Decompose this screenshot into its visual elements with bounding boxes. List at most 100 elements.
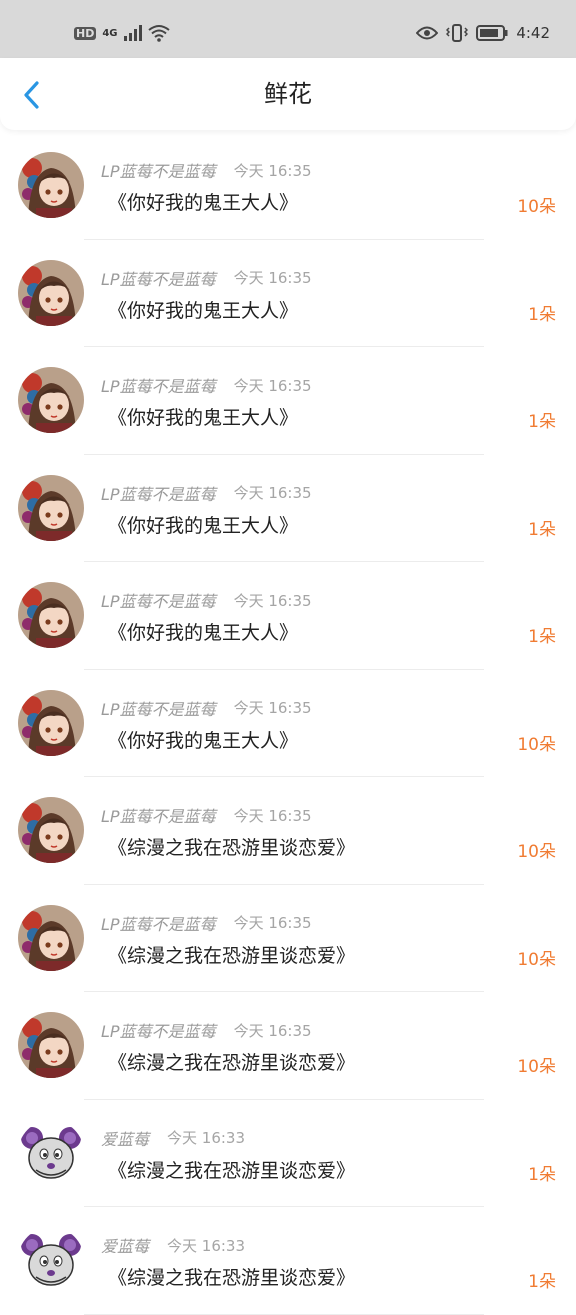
anime-girl-avatar-icon [18,689,84,756]
list-item[interactable]: 爱蓝莓 今天 16:33 《综漫之我在恐游里谈恋爱》 1朵 [0,1100,576,1207]
user-name[interactable]: LP蓝莓不是蓝莓 [101,266,216,290]
user-name[interactable]: 爱蓝莓 [101,1233,149,1257]
avatar[interactable] [18,152,84,218]
flower-count: 1朵 [528,1164,556,1185]
avatar[interactable] [18,259,84,326]
anime-girl-avatar-icon [18,474,84,541]
user-name[interactable]: LP蓝莓不是蓝莓 [101,696,216,720]
back-button[interactable] [16,78,46,112]
status-right-icons: 4:42 [416,24,550,42]
book-title[interactable]: 《你好我的鬼王大人》 [108,403,298,430]
book-title[interactable]: 《综漫之我在恐游里谈恋爱》 [108,941,355,968]
list-item[interactable]: LP蓝莓不是蓝莓 今天 16:35 《你好我的鬼王大人》 10朵 [0,132,576,240]
name-line: LP蓝莓不是蓝莓 今天 16:35 [101,911,312,935]
list-item[interactable]: LP蓝莓不是蓝莓 今天 16:35 《你好我的鬼王大人》 1朵 [0,562,576,670]
user-name[interactable]: LP蓝莓不是蓝莓 [101,588,216,612]
list-item[interactable]: LP蓝莓不是蓝莓 今天 16:35 《你好我的鬼王大人》 10朵 [0,670,576,777]
book-title[interactable]: 《你好我的鬼王大人》 [108,618,298,645]
timestamp: 今天 16:33 [167,1236,246,1255]
list-item[interactable]: LP蓝莓不是蓝莓 今天 16:35 《你好我的鬼王大人》 1朵 [0,240,576,347]
list-item[interactable]: LP蓝莓不是蓝莓 今天 16:35 《综漫之我在恐游里谈恋爱》 10朵 [0,885,576,992]
name-line: LP蓝莓不是蓝莓 今天 16:35 [101,266,312,290]
name-line: LP蓝莓不是蓝莓 今天 16:35 [101,373,312,397]
battery-icon [476,25,508,41]
avatar[interactable] [18,689,84,756]
avatar[interactable] [18,1227,84,1293]
timestamp: 今天 16:35 [233,161,312,180]
timestamp: 今天 16:35 [233,376,312,395]
book-title[interactable]: 《综漫之我在恐游里谈恋爱》 [108,1048,355,1075]
anime-girl-avatar-icon [18,904,84,971]
mouse-avatar-icon [18,1227,84,1293]
timestamp: 今天 16:33 [167,1129,246,1147]
avatar[interactable] [18,582,84,648]
timestamp: 今天 16:35 [233,1021,312,1040]
user-name[interactable]: LP蓝莓不是蓝莓 [101,481,216,505]
user-name[interactable]: LP蓝莓不是蓝莓 [101,1018,216,1042]
status-left-icons: HD 4G [74,24,170,42]
avatar[interactable] [18,797,84,863]
flower-count: 10朵 [517,949,556,970]
wifi-icon [147,25,170,42]
avatar[interactable] [18,904,84,971]
vibrate-icon [446,24,469,42]
mouse-avatar-icon [18,1119,84,1186]
flower-list: LP蓝莓不是蓝莓 今天 16:35 《你好我的鬼王大人》 10朵 LP蓝莓不是蓝… [0,132,576,1315]
user-name[interactable]: 爱蓝莓 [101,1126,149,1150]
name-line: LP蓝莓不是蓝莓 今天 16:35 [101,481,312,505]
book-title[interactable]: 《你好我的鬼王大人》 [108,726,298,753]
avatar[interactable] [18,1119,84,1186]
flower-count: 1朵 [528,627,556,647]
book-title[interactable]: 《综漫之我在恐游里谈恋爱》 [108,1263,355,1290]
book-title[interactable]: 《综漫之我在恐游里谈恋爱》 [108,1156,355,1183]
name-line: 爱蓝莓 今天 16:33 [101,1233,245,1257]
timestamp: 今天 16:35 [233,699,312,717]
flower-count: 10朵 [517,842,556,862]
user-name[interactable]: LP蓝莓不是蓝莓 [101,158,216,182]
list-item[interactable]: LP蓝莓不是蓝莓 今天 16:35 《综漫之我在恐游里谈恋爱》 10朵 [0,777,576,885]
book-title[interactable]: 《你好我的鬼王大人》 [108,296,298,323]
flower-count: 1朵 [528,412,556,432]
name-line: 爱蓝莓 今天 16:33 [101,1126,245,1150]
divider [84,1313,484,1315]
header-bar: 鲜花 [0,58,576,130]
eye-icon [416,26,439,40]
name-line: LP蓝莓不是蓝莓 今天 16:35 [101,696,312,720]
user-name[interactable]: LP蓝莓不是蓝莓 [101,911,216,935]
list-item[interactable]: LP蓝莓不是蓝莓 今天 16:35 《你好我的鬼王大人》 1朵 [0,455,576,562]
flower-count: 10朵 [517,1057,556,1077]
name-line: LP蓝莓不是蓝莓 今天 16:35 [101,1018,312,1042]
flower-count: 10朵 [517,734,556,755]
signal-icon [123,25,142,41]
status-bar: HD 4G 4:42 [0,0,576,58]
list-item[interactable]: LP蓝莓不是蓝莓 今天 16:35 《综漫之我在恐游里谈恋爱》 10朵 [0,992,576,1100]
user-name[interactable]: LP蓝莓不是蓝莓 [101,803,216,827]
flower-count: 1朵 [528,519,556,540]
list-item[interactable]: LP蓝莓不是蓝莓 今天 16:35 《你好我的鬼王大人》 1朵 [0,347,576,455]
book-title[interactable]: 《综漫之我在恐游里谈恋爱》 [108,833,355,860]
anime-girl-avatar-icon [18,582,84,648]
book-title[interactable]: 《你好我的鬼王大人》 [108,511,298,538]
flower-count: 10朵 [517,197,556,217]
4g-icon: 4G [102,27,118,39]
avatar[interactable] [18,474,84,541]
page-title: 鲜花 [264,80,312,108]
chevron-left-icon [24,81,39,109]
anime-girl-avatar-icon [18,367,84,433]
name-line: LP蓝莓不是蓝莓 今天 16:35 [101,158,312,182]
avatar[interactable] [18,1012,84,1078]
book-title[interactable]: 《你好我的鬼王大人》 [108,188,298,215]
anime-girl-avatar-icon [18,259,84,326]
list-item[interactable]: 爱蓝莓 今天 16:33 《综漫之我在恐游里谈恋爱》 1朵 [0,1207,576,1315]
timestamp: 今天 16:35 [233,591,312,610]
name-line: LP蓝莓不是蓝莓 今天 16:35 [101,588,312,612]
timestamp: 今天 16:35 [233,484,312,502]
anime-girl-avatar-icon [18,1012,84,1078]
timestamp: 今天 16:35 [233,806,312,825]
flower-count: 1朵 [528,304,556,325]
avatar[interactable] [18,367,84,433]
hd-icon: HD [74,26,97,40]
status-time: 4:42 [516,24,550,42]
name-line: LP蓝莓不是蓝莓 今天 16:35 [101,803,312,827]
user-name[interactable]: LP蓝莓不是蓝莓 [101,373,216,397]
